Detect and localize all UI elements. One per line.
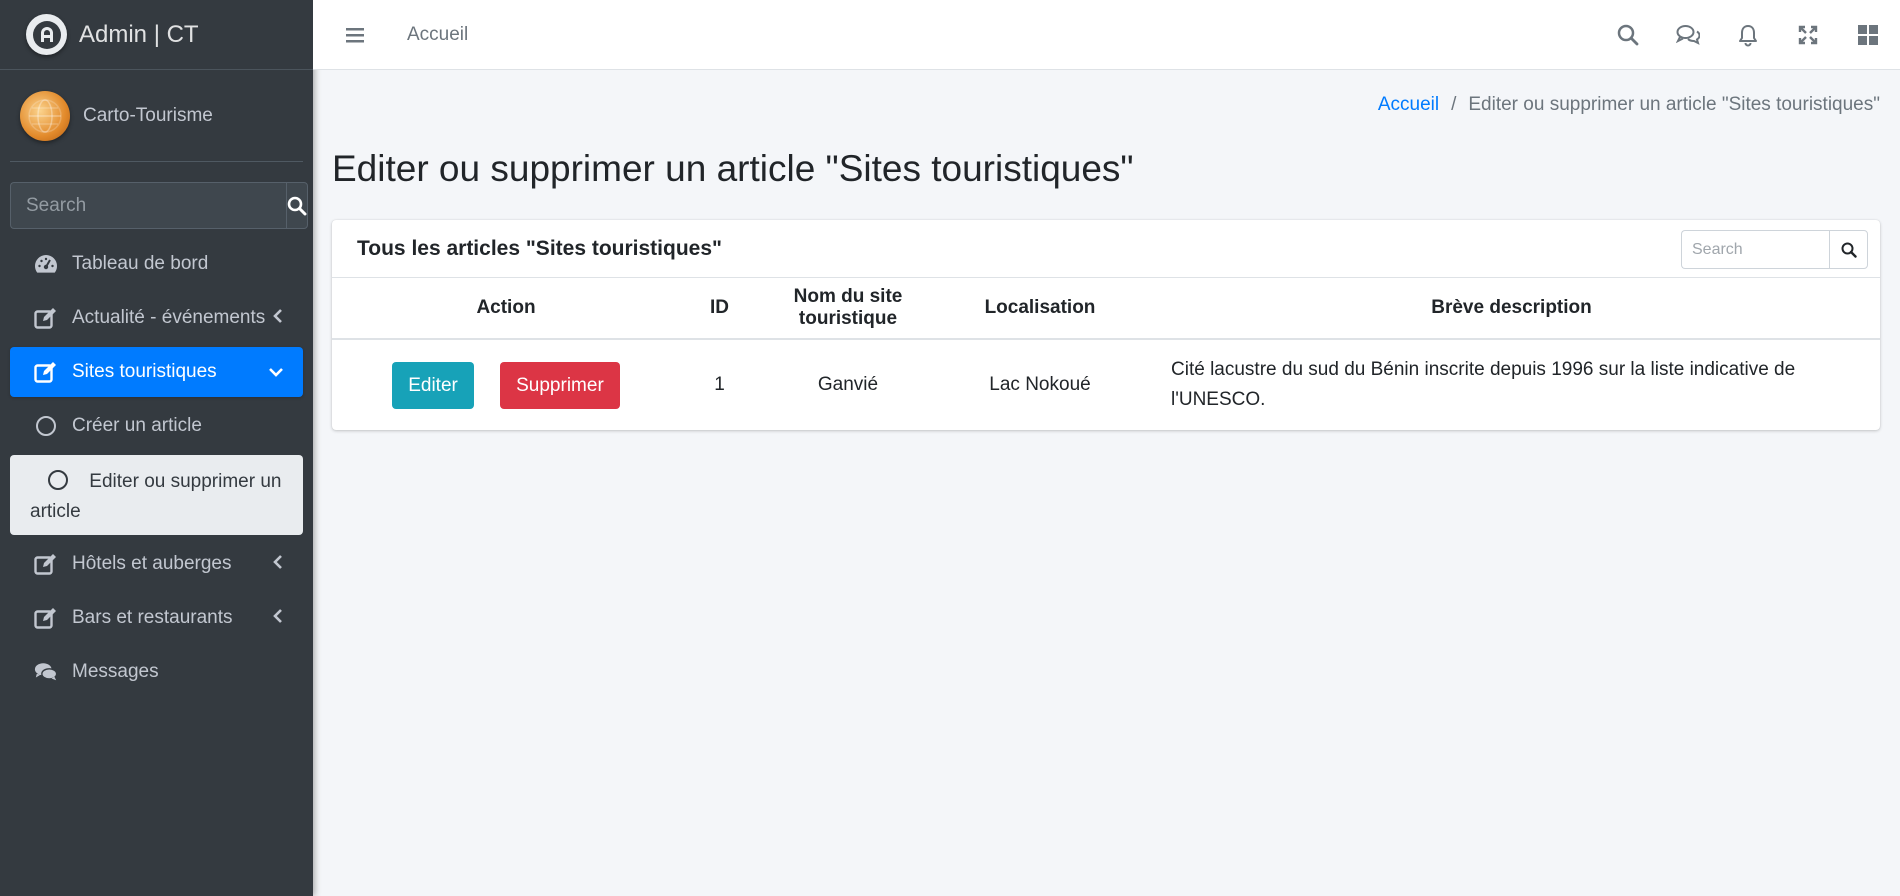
table-row: Editer Supprimer 1 Ganvié Lac Nokoué Cit… <box>332 339 1880 430</box>
avatar <box>20 90 70 141</box>
chevron-left-icon <box>273 307 283 329</box>
table-search <box>1681 230 1868 269</box>
sidebar-search <box>10 182 308 229</box>
topbar-home-link[interactable]: Accueil <box>407 24 468 46</box>
circle-icon <box>46 468 70 492</box>
card-title: Tous les articles "Sites touristiques" <box>357 236 722 260</box>
page-title: Editer ou supprimer un article "Sites to… <box>332 148 1134 189</box>
search-icon <box>287 196 307 215</box>
bell-icon[interactable] <box>1736 23 1760 47</box>
sidebar-item-hotels-auberges[interactable]: Hôtels et auberges <box>10 539 303 589</box>
edit-icon <box>34 360 58 384</box>
sidebar-item-label: Actualité - événements <box>72 307 266 328</box>
sidebar-item-label: Hôtels et auberges <box>72 553 232 574</box>
column-header-location: Localisation <box>937 278 1143 340</box>
sidebar-item-sites-touristiques[interactable]: Sites touristiques <box>10 347 303 397</box>
comments-icon <box>34 660 58 684</box>
edit-button[interactable]: Editer <box>392 361 474 409</box>
brand-name: Admin | CT <box>79 20 199 48</box>
name-cell: Ganvié <box>817 374 879 395</box>
apps-icon[interactable] <box>1856 23 1880 47</box>
column-header-id: ID <box>680 278 759 340</box>
id-cell: 1 <box>714 374 725 395</box>
articles-card: Tous les articles "Sites touristiques" A… <box>332 220 1880 430</box>
sidebar-item-bars-restaurants[interactable]: Bars et restaurants <box>10 593 303 643</box>
card-header: Tous les articles "Sites touristiques" <box>332 220 1880 278</box>
sidebar-nav: Tableau de bord Actualité - événements S… <box>10 239 303 697</box>
tachometer-icon <box>34 252 58 276</box>
expand-icon[interactable] <box>1796 23 1820 47</box>
location-cell: Lac Nokoué <box>989 374 1091 395</box>
table-header-row: Action ID Nom du site touristique Locali… <box>332 278 1880 340</box>
action-cell: Editer Supprimer <box>332 339 680 430</box>
comments-icon[interactable] <box>1676 23 1700 47</box>
description-cell: Cité lacustre du sud du Bénin inscrite d… <box>1171 359 1796 410</box>
column-header-description: Brève description <box>1143 278 1880 340</box>
sidebar-item-editer-supprimer-article[interactable]: Editer ou supprimer un article <box>10 455 303 535</box>
chevron-left-icon <box>273 607 283 629</box>
sidebar-item-label: Messages <box>72 661 159 682</box>
sidebar-item-actualite[interactable]: Actualité - événements <box>10 293 303 343</box>
articles-table: Action ID Nom du site touristique Locali… <box>332 278 1880 430</box>
sidebar-item-messages[interactable]: Messages <box>10 647 303 697</box>
chevron-left-icon <box>273 553 283 575</box>
edit-icon <box>34 552 58 576</box>
sidebar-item-label: Sites touristiques <box>72 361 217 382</box>
column-header-action: Action <box>332 278 680 340</box>
sidebar: Admin | CT Carto-Tourisme Tableau de bor… <box>0 0 313 896</box>
breadcrumb: Accueil / Editer ou supprimer un article… <box>1378 94 1880 116</box>
topbar: Accueil <box>313 0 1900 70</box>
topbar-icons <box>1616 0 1880 70</box>
sidebar-search-button[interactable] <box>286 182 308 229</box>
user-name: Carto-Tourisme <box>83 104 213 126</box>
delete-button[interactable]: Supprimer <box>500 361 620 409</box>
chevron-down-icon <box>269 361 283 383</box>
circle-icon <box>34 414 58 438</box>
brand-logo-icon <box>26 14 67 55</box>
user-panel[interactable]: Carto-Tourisme <box>10 70 303 162</box>
search-icon[interactable] <box>1616 23 1640 47</box>
sidebar-item-label: Bars et restaurants <box>72 607 233 628</box>
search-icon <box>1841 242 1857 258</box>
breadcrumb-separator: / <box>1451 94 1457 115</box>
brand[interactable]: Admin | CT <box>0 0 313 70</box>
table-search-button[interactable] <box>1829 230 1868 269</box>
breadcrumb-home-link[interactable]: Accueil <box>1378 94 1439 116</box>
sidebar-item-tableau-de-bord[interactable]: Tableau de bord <box>10 239 303 289</box>
menu-toggle-icon[interactable] <box>343 23 367 47</box>
edit-icon <box>34 306 58 330</box>
column-header-name: Nom du site touristique <box>759 278 937 340</box>
sidebar-item-label: Tableau de bord <box>72 253 209 274</box>
table-search-input[interactable] <box>1681 230 1829 269</box>
sidebar-item-creer-article[interactable]: Créer un article <box>10 401 303 451</box>
edit-icon <box>34 606 58 630</box>
sidebar-item-label: Créer un article <box>72 415 202 436</box>
breadcrumb-current: Editer ou supprimer un article "Sites to… <box>1468 94 1880 115</box>
sidebar-search-input[interactable] <box>10 182 286 229</box>
